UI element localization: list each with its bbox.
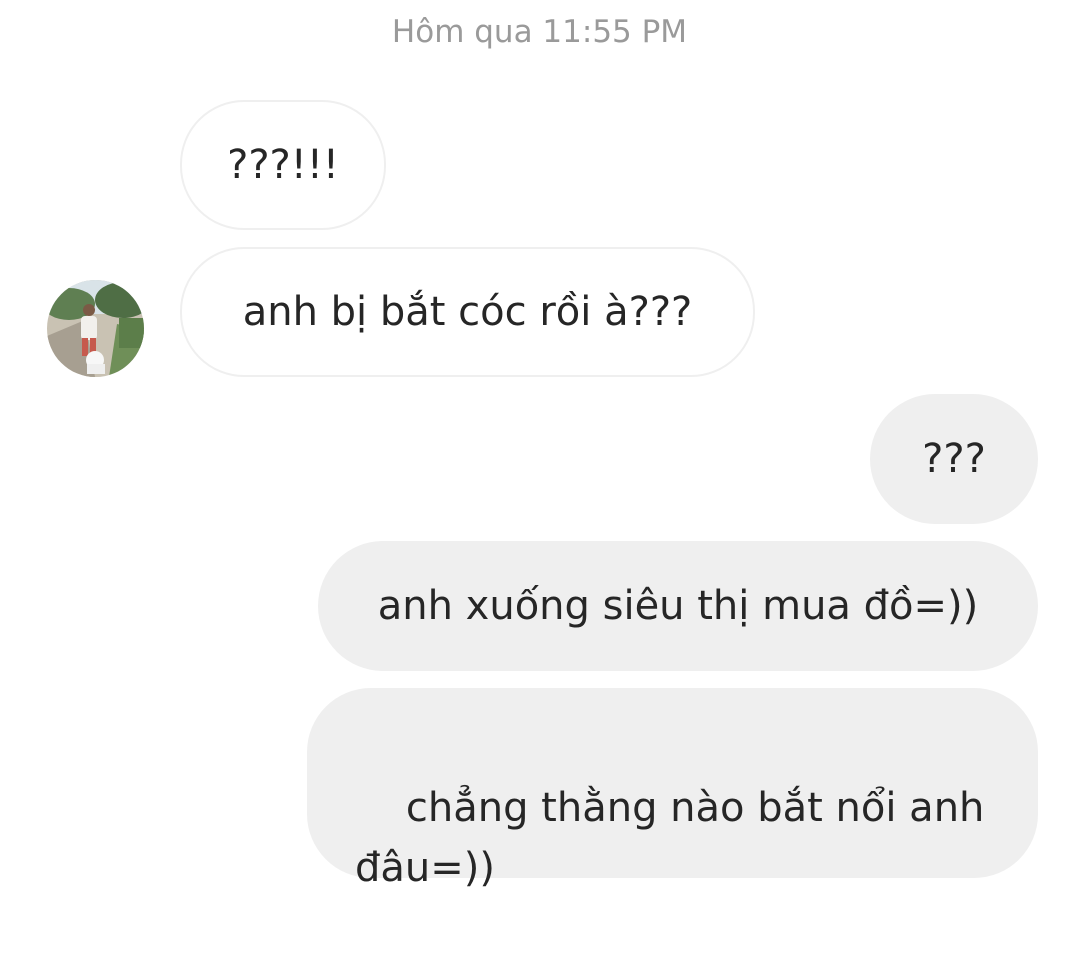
avatar-photo-icon [47,280,144,377]
contact-avatar[interactable] [47,280,144,377]
incoming-message-bubble[interactable]: ???!!! [180,100,386,230]
outgoing-message-bubble[interactable]: anh xuống siêu thị mua đồ=)) [318,541,1038,671]
message-text: anh xuống siêu thị mua đồ=)) [377,583,979,629]
message-text: ??? [922,436,986,482]
message-text: chẳng thằng nào bắt nổi anh đâu=)) [355,785,985,891]
message-text: anh bị bắt cóc rồi à??? [242,289,693,335]
chat-timestamp: Hôm qua 11:55 PM [391,14,688,50]
outgoing-message-bubble[interactable]: ??? [870,394,1038,524]
message-text: ???!!! [227,142,339,188]
incoming-message-bubble[interactable]: anh bị bắt cóc rồi à??? [180,247,755,377]
outgoing-message-bubble[interactable]: chẳng thằng nào bắt nổi anh đâu=)) [307,688,1038,891]
